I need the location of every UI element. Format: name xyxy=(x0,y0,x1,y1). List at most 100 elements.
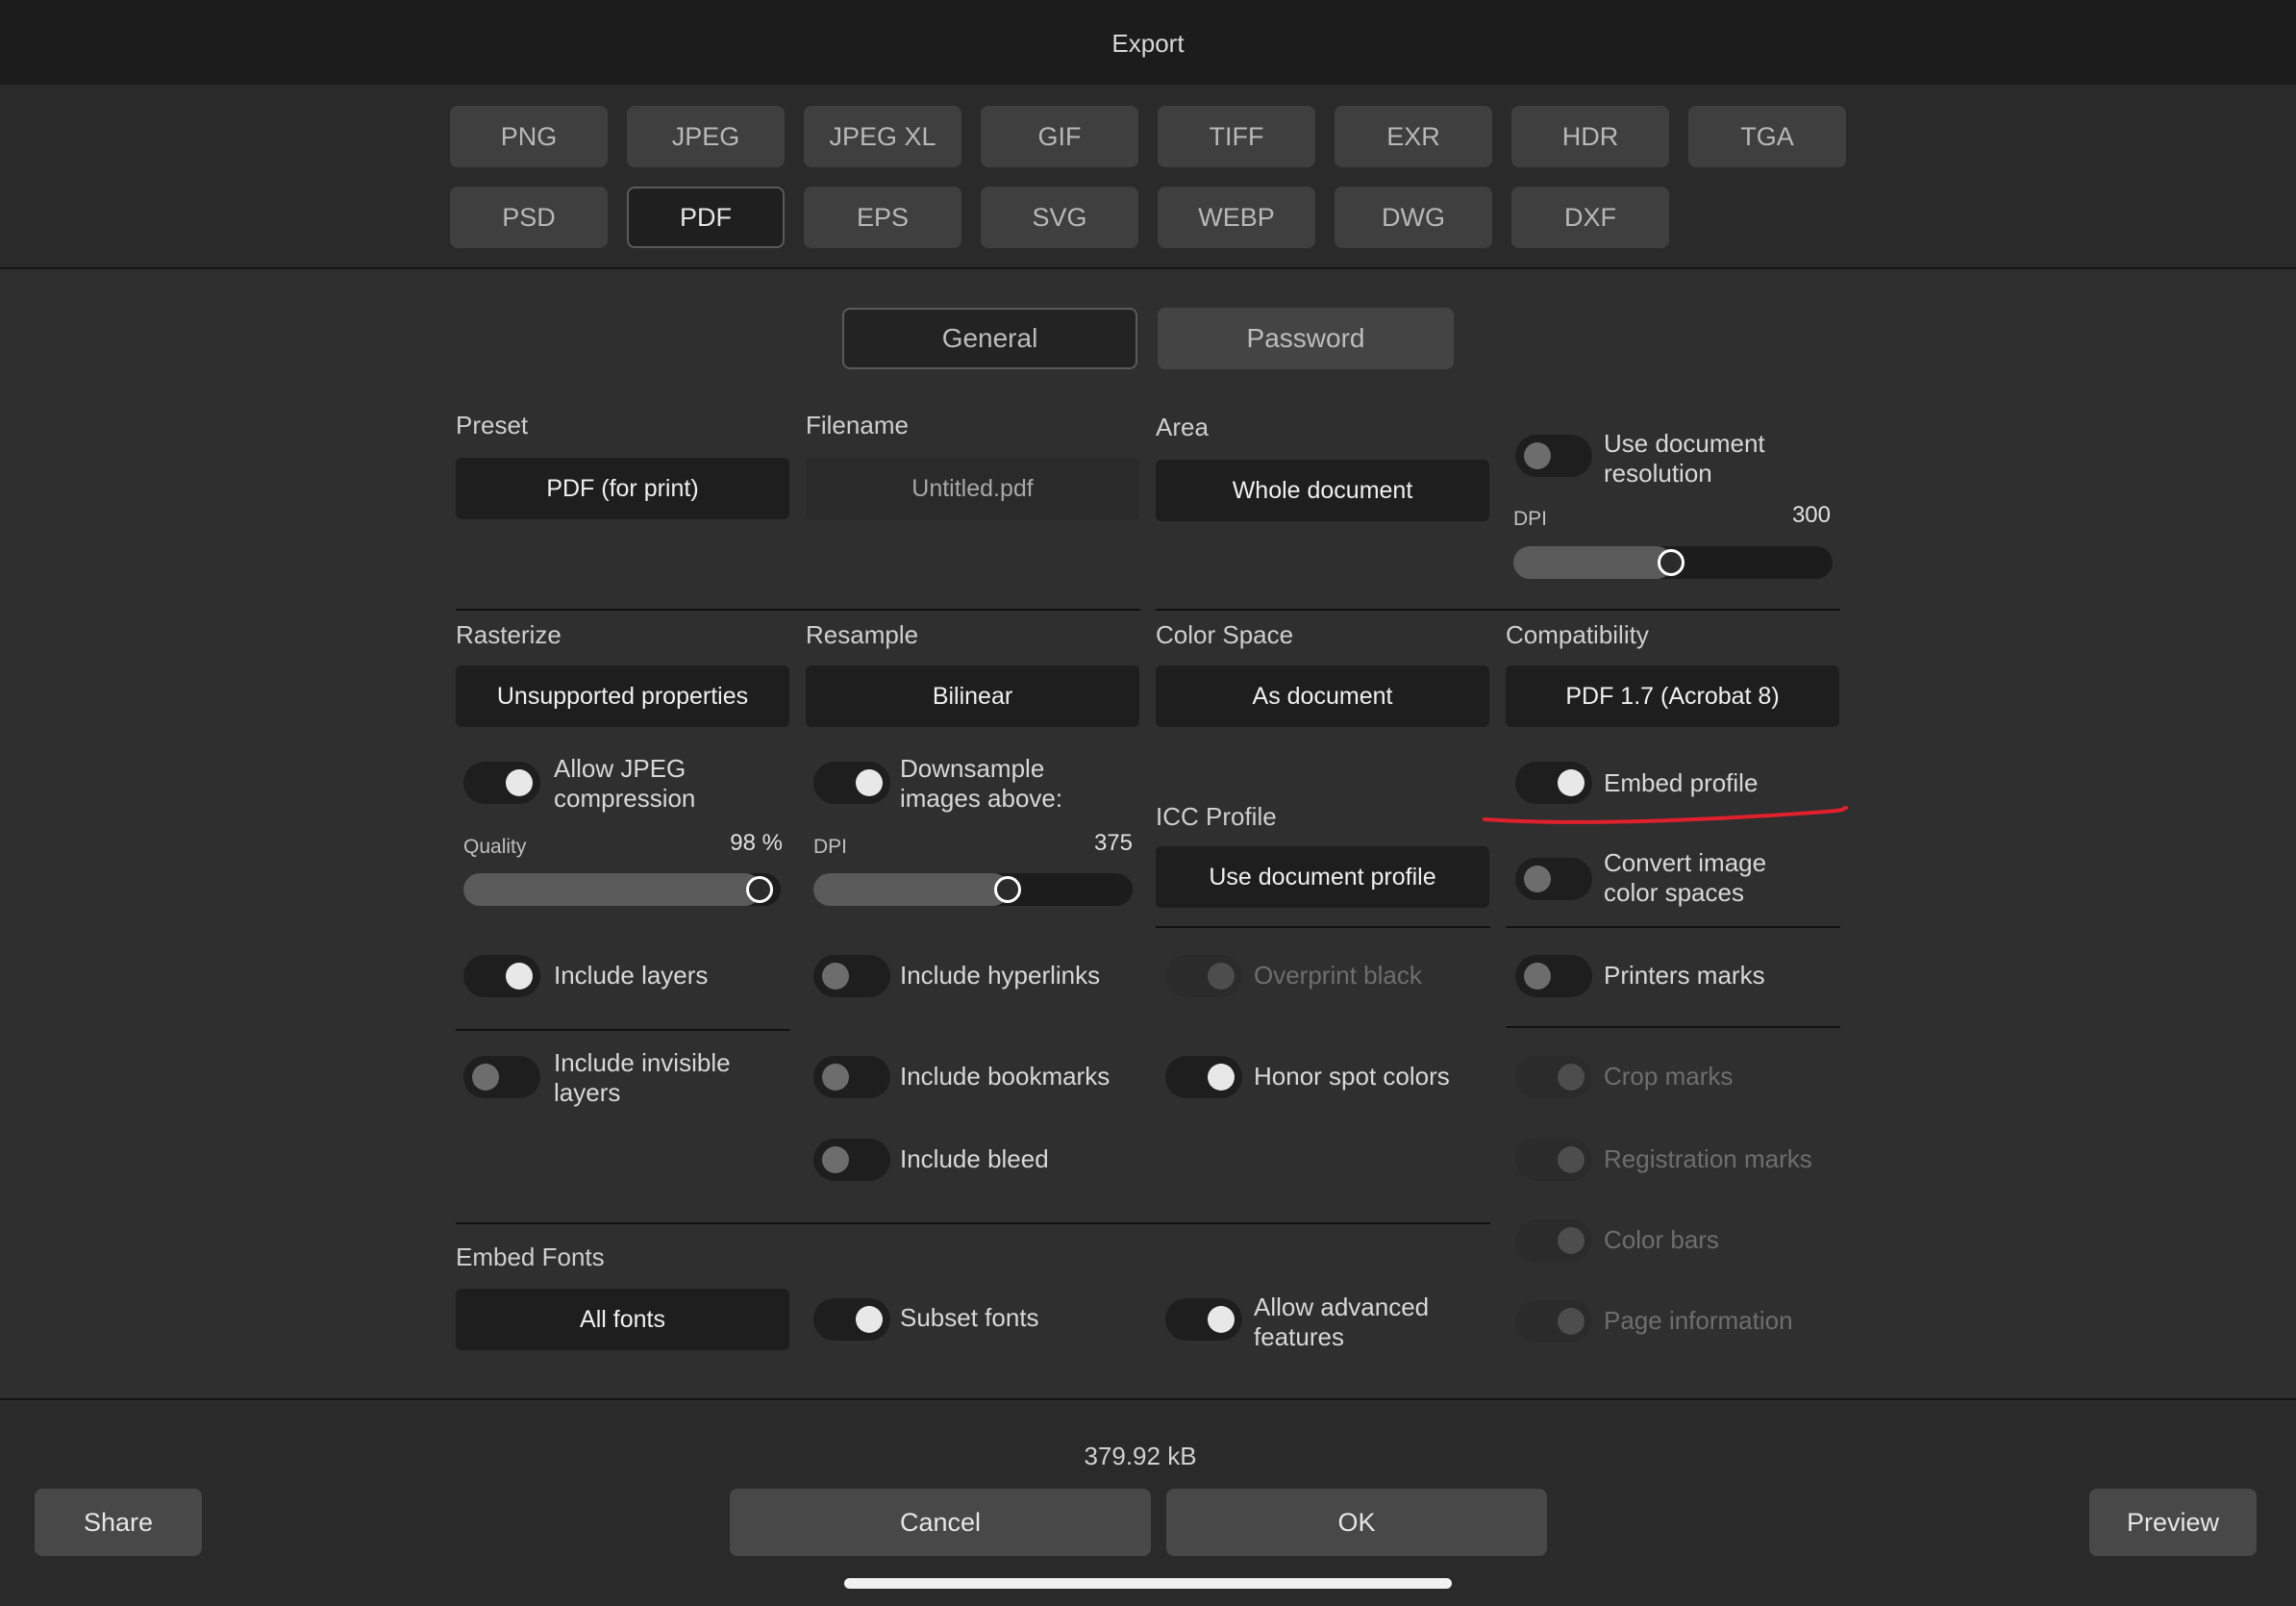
use-document-resolution-toggle[interactable] xyxy=(1515,435,1592,477)
area-dropdown[interactable]: Whole document xyxy=(1156,460,1489,521)
toggle-knob xyxy=(1524,963,1551,990)
include-bookmarks-toggle[interactable] xyxy=(813,1056,890,1098)
tab-password[interactable]: Password xyxy=(1158,308,1454,369)
label-line: Allow advanced xyxy=(1254,1292,1430,1321)
divider xyxy=(1506,1026,1840,1028)
divider xyxy=(456,1029,790,1031)
toggle-knob xyxy=(1524,866,1551,892)
registration-marks-toggle[interactable] xyxy=(1515,1139,1592,1181)
slider-fill xyxy=(463,873,761,906)
include-hyperlinks-toggle[interactable] xyxy=(813,955,890,997)
overprint-black-label: Overprint black xyxy=(1254,961,1422,990)
include-bleed-toggle[interactable] xyxy=(813,1139,890,1181)
ok-button[interactable]: OK xyxy=(1166,1489,1547,1556)
format-tiff-button[interactable]: TIFF xyxy=(1158,106,1315,167)
printers-marks-label: Printers marks xyxy=(1604,961,1765,990)
downsample-toggle[interactable] xyxy=(813,762,890,804)
share-button[interactable]: Share xyxy=(35,1489,202,1556)
rasterize-label: Rasterize xyxy=(456,620,562,649)
subset-fonts-toggle[interactable] xyxy=(813,1298,890,1341)
allow-jpeg-toggle[interactable] xyxy=(463,762,540,804)
registration-marks-label: Registration marks xyxy=(1604,1144,1812,1173)
area-label: Area xyxy=(1156,413,1209,441)
color-bars-toggle[interactable] xyxy=(1515,1219,1592,1262)
tab-general[interactable]: General xyxy=(842,308,1137,369)
toggle-knob xyxy=(472,1064,499,1091)
include-invisible-layers-toggle[interactable] xyxy=(463,1056,540,1098)
page-information-toggle[interactable] xyxy=(1515,1300,1592,1343)
label-line: features xyxy=(1254,1322,1344,1351)
crop-marks-toggle[interactable] xyxy=(1515,1056,1592,1098)
allow-advanced-features-label: Allow advanced features xyxy=(1254,1292,1429,1352)
slider-thumb[interactable] xyxy=(1658,549,1685,576)
preset-label: Preset xyxy=(456,411,529,439)
slider-thumb[interactable] xyxy=(994,876,1021,903)
divider xyxy=(1156,926,1490,928)
format-svg-button[interactable]: SVG xyxy=(981,187,1138,248)
label-line: images above: xyxy=(900,784,1063,813)
embed-profile-label: Embed profile xyxy=(1604,768,1759,797)
label-line: Include invisible xyxy=(554,1048,731,1077)
quality-slider[interactable] xyxy=(463,873,781,906)
toggle-knob xyxy=(856,1306,883,1333)
icc-profile-dropdown[interactable]: Use document profile xyxy=(1156,846,1489,908)
dpi-label: DPI xyxy=(1513,508,1548,530)
compatibility-dropdown[interactable]: PDF 1.7 (Acrobat 8) xyxy=(1506,665,1839,727)
toggle-knob xyxy=(1558,1146,1585,1173)
filename-field[interactable]: Untitled.pdf xyxy=(806,458,1139,519)
embed-profile-toggle[interactable] xyxy=(1515,762,1592,804)
allow-advanced-features-toggle[interactable] xyxy=(1165,1298,1242,1341)
crop-marks-label: Crop marks xyxy=(1604,1062,1734,1091)
dpi-slider[interactable] xyxy=(1513,546,1833,579)
page-information-label: Page information xyxy=(1604,1306,1793,1335)
downsample-dpi-label: DPI xyxy=(813,836,848,858)
format-pdf-button[interactable]: PDF xyxy=(627,187,785,248)
divider xyxy=(456,1222,1490,1224)
format-png-button[interactable]: PNG xyxy=(450,106,608,167)
format-tga-button[interactable]: TGA xyxy=(1688,106,1846,167)
format-exr-button[interactable]: EXR xyxy=(1335,106,1492,167)
include-bleed-label: Include bleed xyxy=(900,1144,1049,1173)
overprint-black-toggle[interactable] xyxy=(1165,955,1242,997)
preset-dropdown[interactable]: PDF (for print) xyxy=(456,458,789,519)
format-jpeg-xl-button[interactable]: JPEG XL xyxy=(804,106,961,167)
preview-button[interactable]: Preview xyxy=(2089,1489,2257,1556)
rasterize-dropdown[interactable]: Unsupported properties xyxy=(456,665,789,727)
format-webp-button[interactable]: WEBP xyxy=(1158,187,1315,248)
format-gif-button[interactable]: GIF xyxy=(981,106,1138,167)
cancel-button[interactable]: Cancel xyxy=(730,1489,1151,1556)
slider-thumb[interactable] xyxy=(746,876,773,903)
color-space-dropdown[interactable]: As document xyxy=(1156,665,1489,727)
include-layers-toggle[interactable] xyxy=(463,955,540,997)
slider-fill xyxy=(1513,546,1673,579)
label-line: Use document xyxy=(1604,429,1765,458)
convert-color-label: Convert image color spaces xyxy=(1604,848,1766,908)
subset-fonts-label: Subset fonts xyxy=(900,1303,1039,1332)
honor-spot-colors-toggle[interactable] xyxy=(1165,1056,1242,1098)
label-line: resolution xyxy=(1604,459,1712,488)
convert-color-toggle[interactable] xyxy=(1515,858,1592,900)
format-dwg-button[interactable]: DWG xyxy=(1335,187,1492,248)
format-psd-button[interactable]: PSD xyxy=(450,187,608,248)
include-hyperlinks-label: Include hyperlinks xyxy=(900,961,1101,990)
embed-fonts-label: Embed Fonts xyxy=(456,1242,605,1271)
downsample-dpi-slider[interactable] xyxy=(813,873,1133,906)
icc-profile-label: ICC Profile xyxy=(1156,802,1277,831)
quality-value: 98 % xyxy=(730,830,783,856)
honor-spot-colors-label: Honor spot colors xyxy=(1254,1062,1450,1091)
toggle-knob xyxy=(1558,769,1585,796)
format-eps-button[interactable]: EPS xyxy=(804,187,961,248)
filename-label: Filename xyxy=(806,411,909,439)
compatibility-label: Compatibility xyxy=(1506,620,1649,649)
printers-marks-toggle[interactable] xyxy=(1515,955,1592,997)
toggle-knob xyxy=(1558,1227,1585,1254)
embed-fonts-dropdown[interactable]: All fonts xyxy=(456,1289,789,1350)
toggle-knob xyxy=(1208,963,1235,990)
format-hdr-button[interactable]: HDR xyxy=(1511,106,1669,167)
format-jpeg-button[interactable]: JPEG xyxy=(627,106,785,167)
format-dxf-button[interactable]: DXF xyxy=(1511,187,1669,248)
label-line: color spaces xyxy=(1604,878,1744,907)
resample-dropdown[interactable]: Bilinear xyxy=(806,665,1139,727)
dpi-value: 300 xyxy=(1791,502,1831,528)
file-size-text: 379.92 kB xyxy=(1084,1442,1197,1470)
